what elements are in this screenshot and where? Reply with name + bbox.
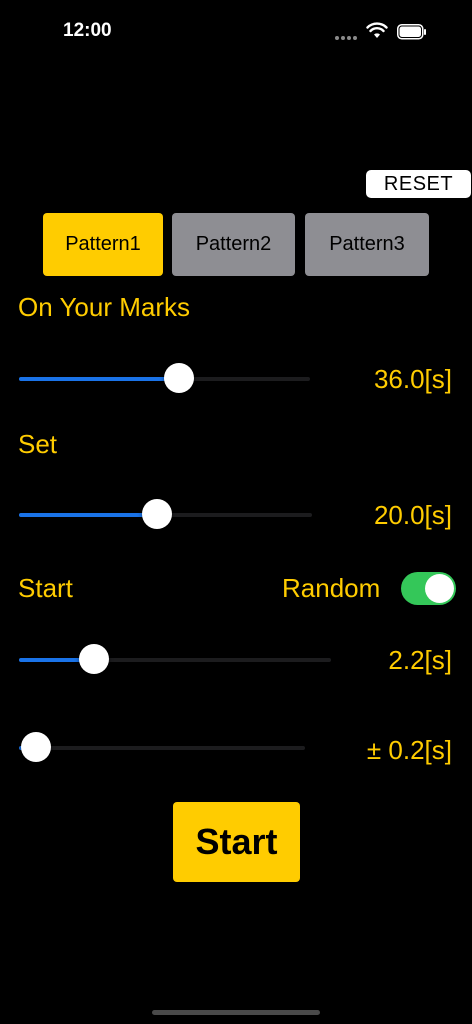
wifi-icon [366, 22, 388, 38]
pattern3-button[interactable]: Pattern3 [305, 213, 429, 276]
slider-thumb[interactable] [141, 499, 172, 529]
cellular-signal-icon [335, 36, 357, 40]
slider-thumb[interactable] [164, 363, 195, 393]
status-time: 12:00 [63, 20, 112, 41]
random-range-slider[interactable] [19, 732, 305, 762]
slider-thumb[interactable] [21, 732, 52, 762]
random-toggle[interactable] [401, 572, 456, 605]
on-your-marks-slider[interactable] [19, 363, 310, 393]
start-button[interactable]: Start [173, 802, 300, 882]
on-your-marks-label: On Your Marks [18, 292, 190, 322]
start-delay-slider[interactable] [19, 644, 331, 674]
pattern2-button[interactable]: Pattern2 [172, 213, 295, 276]
reset-button[interactable]: RESET [366, 170, 471, 198]
pattern1-button[interactable]: Pattern1 [43, 213, 163, 276]
start-label: Start [18, 573, 73, 603]
start-delay-value: 2.2[s] [388, 645, 452, 675]
on-your-marks-value: 36.0[s] [373, 364, 452, 394]
set-slider[interactable] [19, 499, 312, 529]
random-range-value: ± 0.2[s] [366, 735, 452, 765]
random-label: Random [282, 573, 381, 603]
toggle-knob [425, 574, 454, 603]
set-value: 20.0[s] [373, 500, 452, 530]
battery-icon [397, 24, 426, 40]
home-indicator [152, 1010, 320, 1015]
slider-thumb[interactable] [78, 644, 109, 674]
set-label: Set [18, 429, 58, 459]
